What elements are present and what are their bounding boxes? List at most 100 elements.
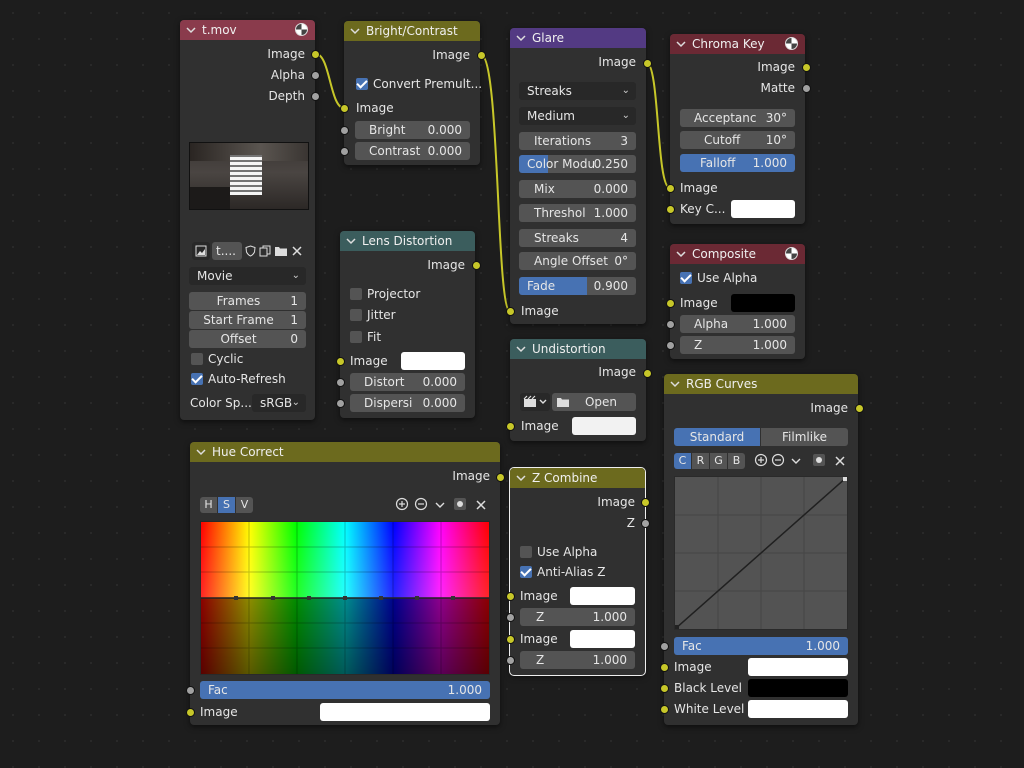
input-image-socket[interactable] [186, 708, 195, 717]
color-modulation-field[interactable]: Color Modu 0.250 [519, 155, 636, 173]
unlink-x-icon[interactable] [290, 242, 304, 260]
channel-b-button[interactable]: B [728, 453, 745, 469]
image-2-color-swatch[interactable] [570, 630, 635, 648]
curve-graph[interactable] [674, 476, 848, 630]
tab-filmlike[interactable]: Filmlike [761, 428, 848, 446]
undistortion-node[interactable]: Undistortion Image Open Image [506, 339, 652, 441]
z-1-field[interactable]: Z 1.000 [520, 608, 635, 626]
checkbox-box[interactable] [191, 353, 203, 365]
checkbox-box[interactable] [356, 78, 368, 90]
channel-h-button[interactable]: H [200, 497, 217, 513]
input-fac-socket[interactable] [660, 642, 669, 651]
folder-icon[interactable] [273, 242, 289, 260]
undistortion-node-header[interactable]: Undistortion [510, 339, 646, 359]
chevron-down-icon[interactable] [433, 497, 447, 513]
collapse-chevron-icon[interactable] [676, 39, 686, 49]
chroma-key-node[interactable]: Chroma Key Image Matte Acceptanc 30° Cut… [666, 34, 811, 224]
input-image-socket[interactable] [336, 357, 345, 366]
collapse-chevron-icon[interactable] [196, 447, 206, 457]
glare-node[interactable]: Glare Image Streaks ⌄ Medium ⌄ Iterations … [506, 28, 652, 324]
output-alpha-socket[interactable] [311, 71, 320, 80]
close-icon[interactable] [832, 453, 848, 469]
preview-sphere-icon[interactable] [785, 247, 798, 260]
bright-contrast-node[interactable]: Bright/Contrast Image Convert Premult...… [340, 21, 486, 165]
image-color-swatch[interactable] [572, 417, 636, 435]
alpha-field[interactable]: Alpha 1.000 [680, 315, 795, 333]
image-color-swatch[interactable] [401, 352, 465, 370]
reset-point-icon[interactable] [811, 453, 827, 469]
chroma-node-header[interactable]: Chroma Key [670, 34, 805, 54]
channel-r-button[interactable]: R [692, 453, 709, 469]
channel-s-button[interactable]: S [218, 497, 235, 513]
start-frame-field[interactable]: Start Frame 1 [189, 311, 306, 329]
input-z-2-socket[interactable] [506, 656, 515, 665]
fac-field[interactable]: Fac 1.000 [674, 637, 848, 655]
input-white-level-socket[interactable] [660, 705, 669, 714]
output-image-socket[interactable] [855, 404, 864, 413]
checkbox-box[interactable] [350, 331, 362, 343]
output-image-socket[interactable] [472, 261, 481, 270]
channel-g-button[interactable]: G [710, 453, 727, 469]
channel-c-button[interactable]: C [674, 453, 691, 469]
input-image-socket[interactable] [660, 663, 669, 672]
checkbox-box[interactable] [520, 546, 532, 558]
lens-node-header[interactable]: Lens Distortion [340, 231, 475, 251]
dispersion-field[interactable]: Dispersi 0.000 [350, 394, 465, 412]
image-color-swatch[interactable] [320, 703, 490, 721]
threshold-field[interactable]: Threshol 1.000 [519, 204, 636, 222]
anti-alias-z-checkbox[interactable]: Anti-Alias Z [520, 563, 605, 581]
zoom-out-icon[interactable] [413, 497, 429, 513]
reset-point-icon[interactable] [452, 497, 468, 513]
fac-field[interactable]: Fac 1.000 [200, 681, 490, 699]
input-fac-socket[interactable] [186, 686, 195, 695]
checkbox-box[interactable] [520, 566, 532, 578]
hue-correct-node[interactable]: Hue Correct Image H S V Fac 1.000 Image [186, 442, 505, 725]
distort-field[interactable]: Distort 0.000 [350, 373, 465, 391]
glare-type-dropdown[interactable]: Streaks ⌄ [519, 82, 636, 100]
rgb-curves-node[interactable]: RGB Curves Image Standard Filmlike C R G… [660, 374, 864, 725]
collapse-chevron-icon[interactable] [186, 25, 196, 35]
hue-curve-graph[interactable] [200, 521, 490, 675]
output-image-socket[interactable] [641, 498, 650, 507]
checkbox-box[interactable] [191, 373, 203, 385]
image-1-color-swatch[interactable] [570, 587, 635, 605]
composite-node[interactable]: Composite Use Alpha Image Alpha 1.000 Z … [666, 244, 805, 359]
auto-refresh-checkbox[interactable]: Auto-Refresh [191, 370, 286, 388]
use-alpha-checkbox[interactable]: Use Alpha [680, 269, 757, 287]
rgb-curves-node-header[interactable]: RGB Curves [664, 374, 858, 394]
input-key-color-socket[interactable] [666, 205, 675, 214]
close-icon[interactable] [473, 497, 489, 513]
movie-clip-node[interactable]: t.mov Image Alpha Depth t.... Movie ⌄ Fra… [180, 20, 320, 420]
image-browse-icon[interactable] [192, 242, 210, 260]
collapse-chevron-icon[interactable] [676, 249, 686, 259]
projector-checkbox[interactable]: Projector [350, 285, 420, 303]
z-2-field[interactable]: Z 1.000 [520, 651, 635, 669]
black-level-swatch[interactable] [748, 679, 848, 697]
image-color-swatch[interactable] [731, 294, 795, 312]
offset-field[interactable]: Offset 0 [189, 330, 306, 348]
glare-quality-dropdown[interactable]: Medium ⌄ [519, 107, 636, 125]
input-black-level-socket[interactable] [660, 684, 669, 693]
key-color-swatch[interactable] [731, 200, 795, 218]
white-level-swatch[interactable] [748, 700, 848, 718]
movie-file-name-field[interactable]: t.... [212, 242, 242, 260]
collapse-chevron-icon[interactable] [516, 33, 526, 43]
input-image-1-socket[interactable] [506, 592, 515, 601]
z-combine-node[interactable]: Z Combine Image Z Use Alpha Anti-Alias Z… [506, 467, 650, 676]
fade-field[interactable]: Fade 0.900 [519, 277, 636, 295]
checkbox-box[interactable] [680, 272, 692, 284]
preview-sphere-icon[interactable] [295, 23, 308, 36]
mix-field[interactable]: Mix 0.000 [519, 180, 636, 198]
iterations-field[interactable]: Iterations 3 [519, 132, 636, 150]
output-z-socket[interactable] [641, 519, 650, 528]
channel-v-button[interactable]: V [236, 497, 253, 513]
convert-premult-checkbox[interactable]: Convert Premult... [356, 75, 482, 93]
output-matte-socket[interactable] [802, 84, 811, 93]
jitter-checkbox[interactable]: Jitter [350, 306, 396, 324]
preview-sphere-icon[interactable] [785, 37, 798, 50]
bright-node-header[interactable]: Bright/Contrast [344, 21, 480, 41]
duplicate-icon[interactable] [258, 242, 272, 260]
zoom-in-icon[interactable] [394, 497, 410, 513]
falloff-field[interactable]: Falloff 1.000 [680, 154, 795, 172]
checkbox-box[interactable] [350, 309, 362, 321]
